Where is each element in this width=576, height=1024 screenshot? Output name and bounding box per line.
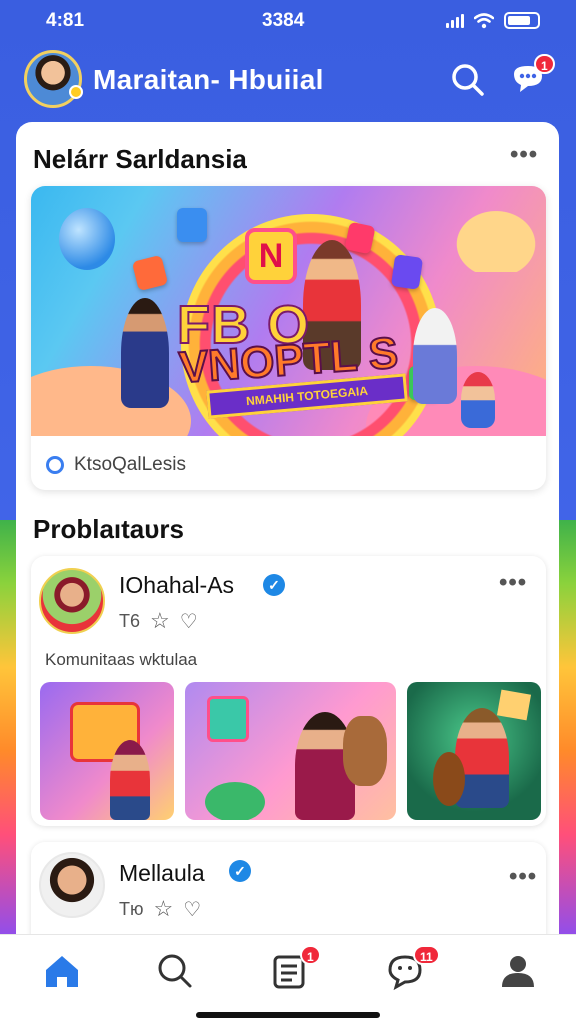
- status-icons: [446, 12, 540, 29]
- status-bar: 4:81 3384: [0, 0, 576, 40]
- feed-badge: 1: [300, 945, 321, 965]
- post-count: Tю: [119, 898, 144, 919]
- post-thumbnail[interactable]: [407, 682, 541, 820]
- feed-nav-button[interactable]: 1: [270, 945, 321, 991]
- post-caption: Komunitaas wktulaa: [45, 650, 198, 669]
- chat-badge: 1: [534, 54, 555, 74]
- post-author-avatar[interactable]: [39, 568, 105, 634]
- search-nav-icon[interactable]: [155, 951, 195, 991]
- status-time: 4:81: [46, 10, 85, 31]
- featured-meta-label: KtsoQalLesis: [74, 454, 186, 475]
- banner-letter: N: [245, 228, 297, 284]
- balloon-globe-icon: [59, 208, 115, 270]
- heart-icon[interactable]: ♡: [180, 609, 198, 634]
- featured-meta: KtsoQalLesis: [46, 454, 186, 476]
- main-card: Nelárr Sarldansia ••• N FB O VNOPTL S NM…: [16, 122, 559, 952]
- coin-badge-icon: [69, 85, 83, 99]
- home-icon[interactable]: [42, 951, 82, 991]
- post-more-button[interactable]: •••: [499, 571, 527, 595]
- community-icon: [46, 456, 64, 474]
- heart-icon[interactable]: ♡: [183, 897, 201, 922]
- verified-badge-icon: ✓: [229, 860, 251, 882]
- signal-icon: [446, 13, 464, 28]
- wifi-icon: [474, 12, 494, 28]
- post-author-name[interactable]: IOhahal-As: [119, 572, 234, 599]
- post-author-avatar[interactable]: [39, 852, 105, 918]
- featured-section-title: Nelárr Sarldansia: [33, 144, 247, 174]
- search-icon[interactable]: [450, 62, 486, 98]
- user-avatar[interactable]: [24, 50, 83, 108]
- posts-section-title: Problaıtaᴜrs: [33, 514, 184, 544]
- post-author-name[interactable]: Mellaula: [119, 860, 205, 887]
- chat-button[interactable]: 1: [508, 54, 555, 100]
- messages-nav-button[interactable]: 11: [385, 945, 440, 991]
- messages-badge: 11: [413, 945, 440, 965]
- profile-icon[interactable]: [498, 951, 538, 991]
- status-center-text: 3384: [262, 10, 305, 31]
- post-stats: T6 ☆ ♡: [119, 608, 198, 634]
- app-title: Maraitan- Hbuiial: [93, 64, 324, 95]
- post-stats: Tю ☆ ♡: [119, 896, 201, 922]
- star-icon[interactable]: ☆: [154, 896, 174, 922]
- home-indicator: [196, 1012, 380, 1018]
- post-count: T6: [119, 610, 141, 631]
- battery-icon: [504, 12, 540, 29]
- verified-badge-icon: ✓: [263, 574, 285, 596]
- post-more-button[interactable]: •••: [509, 865, 537, 889]
- post-thumbnail[interactable]: [40, 682, 174, 820]
- star-icon[interactable]: ☆: [150, 608, 170, 634]
- post-card[interactable]: IOhahal-As ✓ ••• T6 ☆ ♡ Komunitaas wktul…: [31, 556, 546, 826]
- app-header: Maraitan- Hbuiial 1: [0, 48, 576, 112]
- bottom-nav: 1 11: [0, 934, 576, 1024]
- featured-card[interactable]: N FB O VNOPTL S NMAHIH TOTOEGAIA KtsoQal…: [31, 186, 546, 490]
- post-thumbnail[interactable]: [185, 682, 396, 820]
- featured-more-button[interactable]: •••: [510, 143, 538, 167]
- featured-banner-image: N FB O VNOPTL S NMAHIH TOTOEGAIA: [31, 186, 546, 436]
